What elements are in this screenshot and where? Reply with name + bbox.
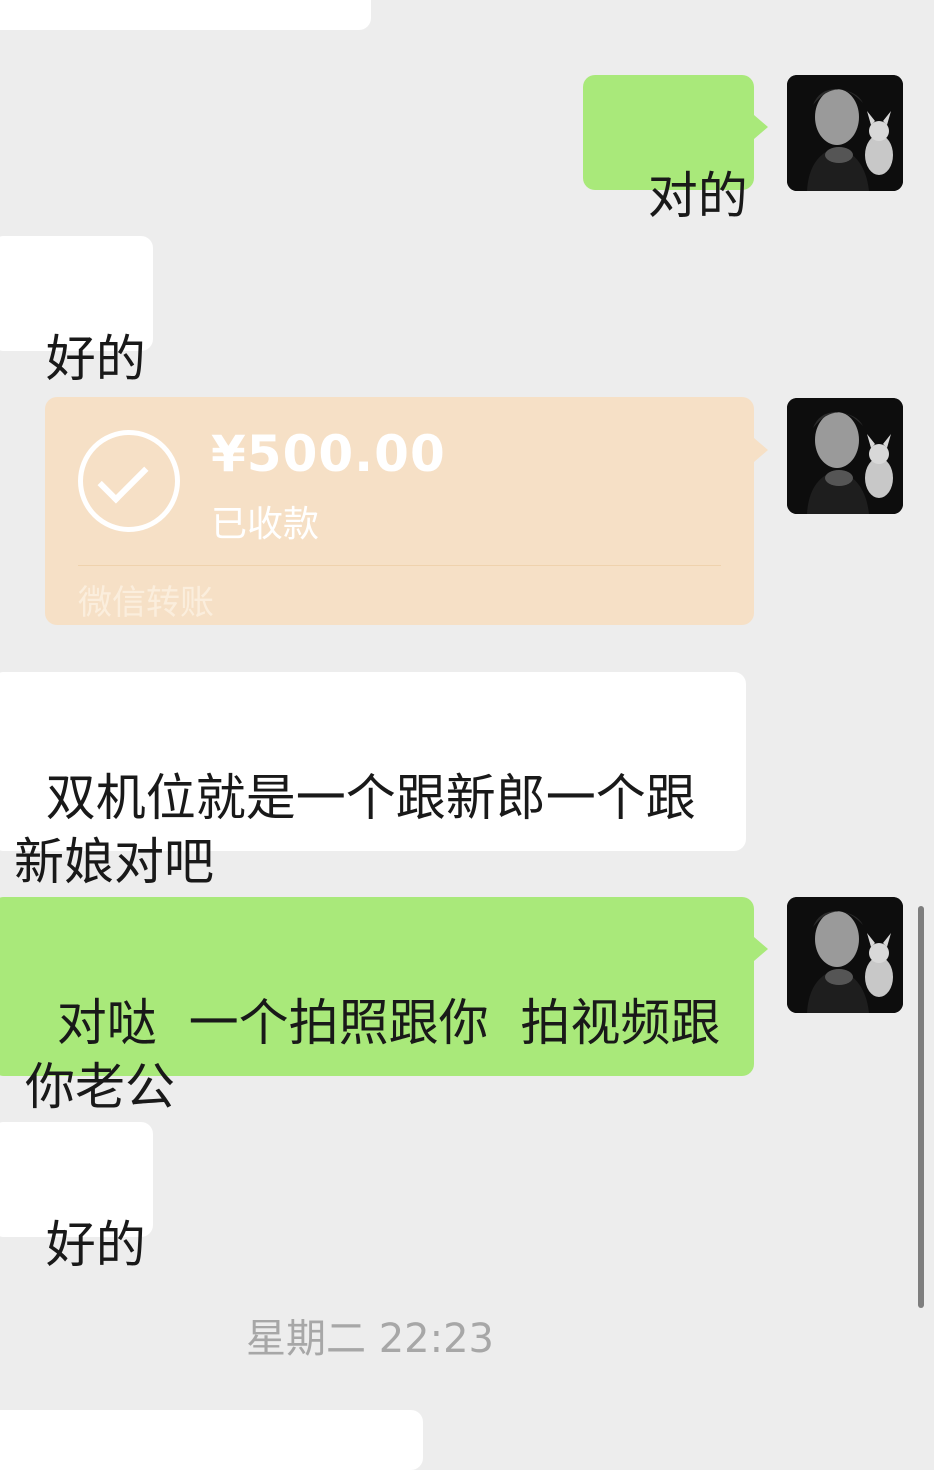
- scrollbar[interactable]: [918, 906, 924, 1308]
- avatar[interactable]: [787, 398, 903, 514]
- message-text: 双机位就是一个跟新郎一个跟 新娘对吧: [14, 769, 696, 891]
- received-message-bubble[interactable]: 双机位就是一个跟新郎一个跟 新娘对吧: [0, 672, 746, 891]
- avatar-photo: [787, 398, 903, 514]
- timestamp: 星期二 22:23: [246, 1316, 494, 1362]
- avatar-photo: [787, 897, 903, 1013]
- bubble-tail: [754, 438, 768, 462]
- avatar-photo: [787, 75, 903, 191]
- bubble-tail: [754, 937, 768, 961]
- divider: [78, 565, 721, 566]
- message-text: 好的: [45, 330, 146, 388]
- transfer-card[interactable]: ¥500.00 已收款 微信转账: [45, 397, 754, 625]
- received-message-bubble[interactable]: 好的: [0, 1122, 153, 1274]
- previous-message-bubble[interactable]: [0, 0, 371, 30]
- message-text: 对的: [647, 167, 748, 225]
- sent-message-bubble[interactable]: 对哒 一个拍照跟你 拍视频跟 你老公: [0, 897, 754, 1116]
- avatar[interactable]: [787, 75, 903, 191]
- transfer-amount: ¥500.00: [211, 425, 446, 483]
- transfer-status: 已收款: [211, 504, 320, 545]
- message-text: 对哒 一个拍照跟你 拍视频跟 你老公: [25, 994, 721, 1116]
- received-message-bubble[interactable]: 好的: [0, 236, 153, 388]
- message-text: 好的: [45, 1216, 146, 1274]
- check-circle-icon: [78, 430, 180, 532]
- avatar[interactable]: [787, 897, 903, 1013]
- bubble-tail: [754, 115, 768, 139]
- next-message-bubble[interactable]: [0, 1410, 423, 1470]
- transfer-label: 微信转账: [78, 583, 214, 623]
- sent-message-bubble[interactable]: 对的: [583, 75, 754, 225]
